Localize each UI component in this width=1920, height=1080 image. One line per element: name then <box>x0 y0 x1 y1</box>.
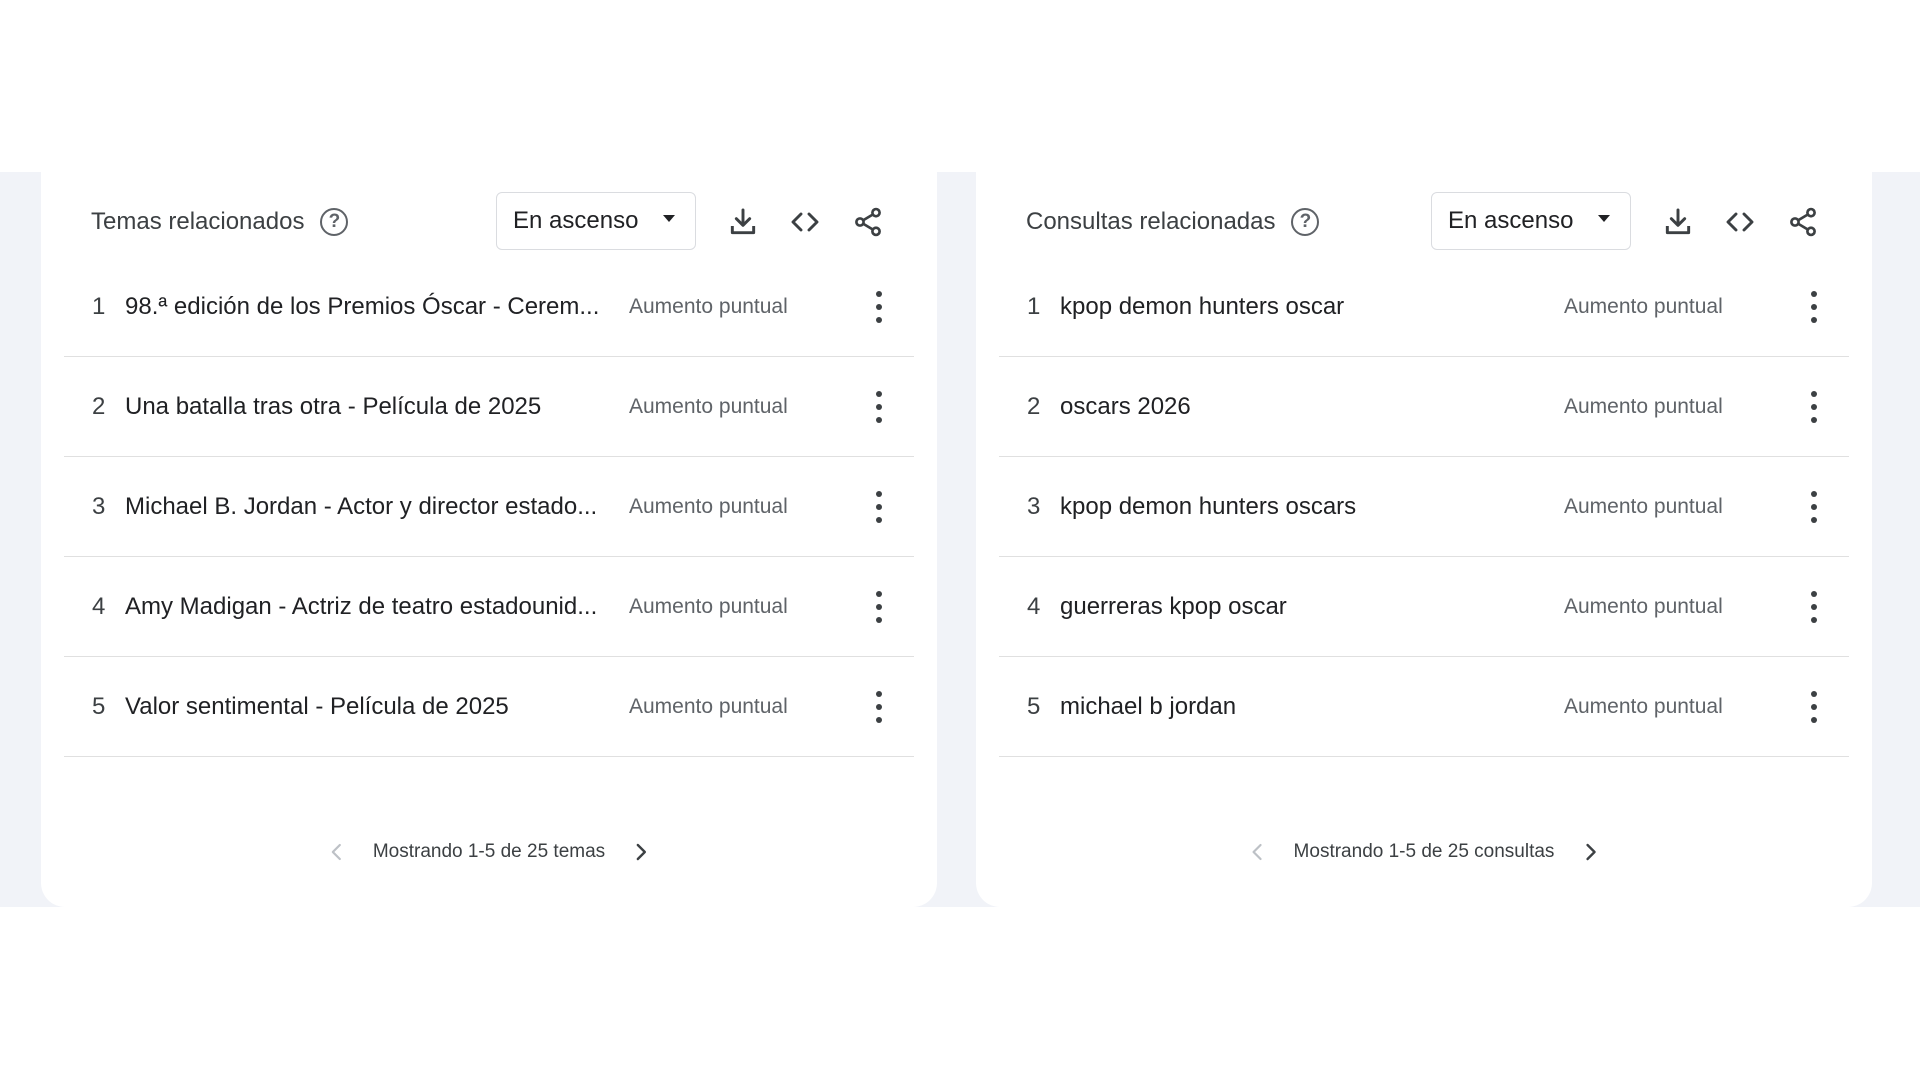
more-vert-icon[interactable] <box>869 591 889 623</box>
topics-filter-dropdown[interactable]: En ascenso <box>496 192 696 250</box>
embed-code-icon[interactable] <box>1722 204 1758 240</box>
chevron-right-icon[interactable] <box>1570 832 1610 872</box>
rank-number: 4 <box>92 593 106 620</box>
query-label[interactable]: oscars 2026 <box>1060 357 1560 457</box>
trend-value: Aumento puntual <box>1564 695 1723 718</box>
related-queries-header: Consultas relacionadas ? En ascenso <box>976 192 1872 252</box>
topic-label[interactable]: Valor sentimental - Película de 2025 <box>125 657 625 757</box>
related-topics-title: Temas relacionados <box>91 208 305 235</box>
help-circle-icon[interactable]: ? <box>320 208 349 236</box>
trend-value: Aumento puntual <box>1564 595 1723 618</box>
topic-label[interactable]: Amy Madigan - Actriz de teatro estadouni… <box>125 557 625 657</box>
topic-row[interactable]: 1 98.ª edición de los Premios Óscar - Ce… <box>64 257 914 357</box>
help-circle-icon[interactable]: ? <box>1291 208 1320 236</box>
rank-number: 2 <box>92 393 106 420</box>
topic-label[interactable]: Una batalla tras otra - Película de 2025 <box>125 357 625 457</box>
more-vert-icon[interactable] <box>1804 391 1824 423</box>
related-topics-header: Temas relacionados ? En ascenso <box>41 192 937 252</box>
topic-row[interactable]: 2 Una batalla tras otra - Película de 20… <box>64 357 914 457</box>
query-label[interactable]: michael b jordan <box>1060 657 1560 757</box>
query-label[interactable]: kpop demon hunters oscars <box>1060 457 1560 557</box>
pagination-status: Mostrando 1-5 de 25 temas <box>372 841 606 862</box>
share-icon[interactable] <box>850 204 886 240</box>
caret-down-icon <box>663 215 675 222</box>
more-vert-icon[interactable] <box>1804 591 1824 623</box>
download-icon[interactable] <box>725 204 761 240</box>
more-vert-icon[interactable] <box>1804 691 1824 723</box>
topic-row[interactable]: 4 Amy Madigan - Actriz de teatro estadou… <box>64 557 914 657</box>
query-row[interactable]: 2 oscars 2026 Aumento puntual <box>999 357 1849 457</box>
query-label[interactable]: guerreras kpop oscar <box>1060 557 1560 657</box>
topic-label[interactable]: Michael B. Jordan - Actor y director est… <box>125 457 625 557</box>
queries-filter-dropdown[interactable]: En ascenso <box>1431 192 1631 250</box>
topic-row[interactable]: 5 Valor sentimental - Película de 2025 A… <box>64 657 914 757</box>
more-vert-icon[interactable] <box>1804 291 1824 323</box>
trend-value: Aumento puntual <box>629 295 788 318</box>
share-icon[interactable] <box>1785 204 1821 240</box>
trend-value: Aumento puntual <box>1564 495 1723 518</box>
rank-number: 3 <box>92 493 106 520</box>
topics-filter-value: En ascenso <box>513 207 639 234</box>
topic-label[interactable]: 98.ª edición de los Premios Óscar - Cere… <box>125 257 625 357</box>
trend-value: Aumento puntual <box>1564 295 1723 318</box>
trend-value: Aumento puntual <box>1564 395 1723 418</box>
download-icon[interactable] <box>1660 204 1696 240</box>
query-row[interactable]: 5 michael b jordan Aumento puntual <box>999 657 1849 757</box>
more-vert-icon[interactable] <box>869 291 889 323</box>
rank-number: 1 <box>1027 293 1041 320</box>
pagination-status: Mostrando 1-5 de 25 consultas <box>1293 841 1555 862</box>
related-queries-title: Consultas relacionadas <box>1026 208 1276 235</box>
caret-down-icon <box>1598 215 1610 222</box>
more-vert-icon[interactable] <box>869 691 889 723</box>
rank-number: 2 <box>1027 393 1041 420</box>
related-topics-title-group: Temas relacionados ? <box>91 192 349 252</box>
rank-number: 3 <box>1027 493 1041 520</box>
chevron-right-icon[interactable] <box>621 832 661 872</box>
trend-value: Aumento puntual <box>629 495 788 518</box>
related-queries-card: Consultas relacionadas ? En ascenso 1 kp… <box>976 172 1872 907</box>
more-vert-icon[interactable] <box>869 491 889 523</box>
query-row[interactable]: 3 kpop demon hunters oscars Aumento punt… <box>999 457 1849 557</box>
query-row[interactable]: 4 guerreras kpop oscar Aumento puntual <box>999 557 1849 657</box>
trend-value: Aumento puntual <box>629 395 788 418</box>
trend-value: Aumento puntual <box>629 595 788 618</box>
topic-row[interactable]: 3 Michael B. Jordan - Actor y director e… <box>64 457 914 557</box>
topics-pagination: Mostrando 1-5 de 25 temas <box>41 832 937 872</box>
related-topics-list: 1 98.ª edición de los Premios Óscar - Ce… <box>64 257 914 757</box>
queries-pagination: Mostrando 1-5 de 25 consultas <box>976 832 1872 872</box>
rank-number: 1 <box>92 293 106 320</box>
related-queries-title-group: Consultas relacionadas ? <box>1026 192 1320 252</box>
queries-filter-value: En ascenso <box>1448 207 1574 234</box>
related-topics-card: Temas relacionados ? En ascenso 1 98.ª e… <box>41 172 937 907</box>
related-queries-list: 1 kpop demon hunters oscar Aumento puntu… <box>999 257 1849 757</box>
rank-number: 5 <box>1027 693 1041 720</box>
rank-number: 5 <box>92 693 106 720</box>
query-label[interactable]: kpop demon hunters oscar <box>1060 257 1560 357</box>
embed-code-icon[interactable] <box>787 204 823 240</box>
trend-value: Aumento puntual <box>629 695 788 718</box>
chevron-left-icon[interactable] <box>1238 832 1278 872</box>
query-row[interactable]: 1 kpop demon hunters oscar Aumento puntu… <box>999 257 1849 357</box>
more-vert-icon[interactable] <box>869 391 889 423</box>
more-vert-icon[interactable] <box>1804 491 1824 523</box>
chevron-left-icon[interactable] <box>317 832 357 872</box>
rank-number: 4 <box>1027 593 1041 620</box>
